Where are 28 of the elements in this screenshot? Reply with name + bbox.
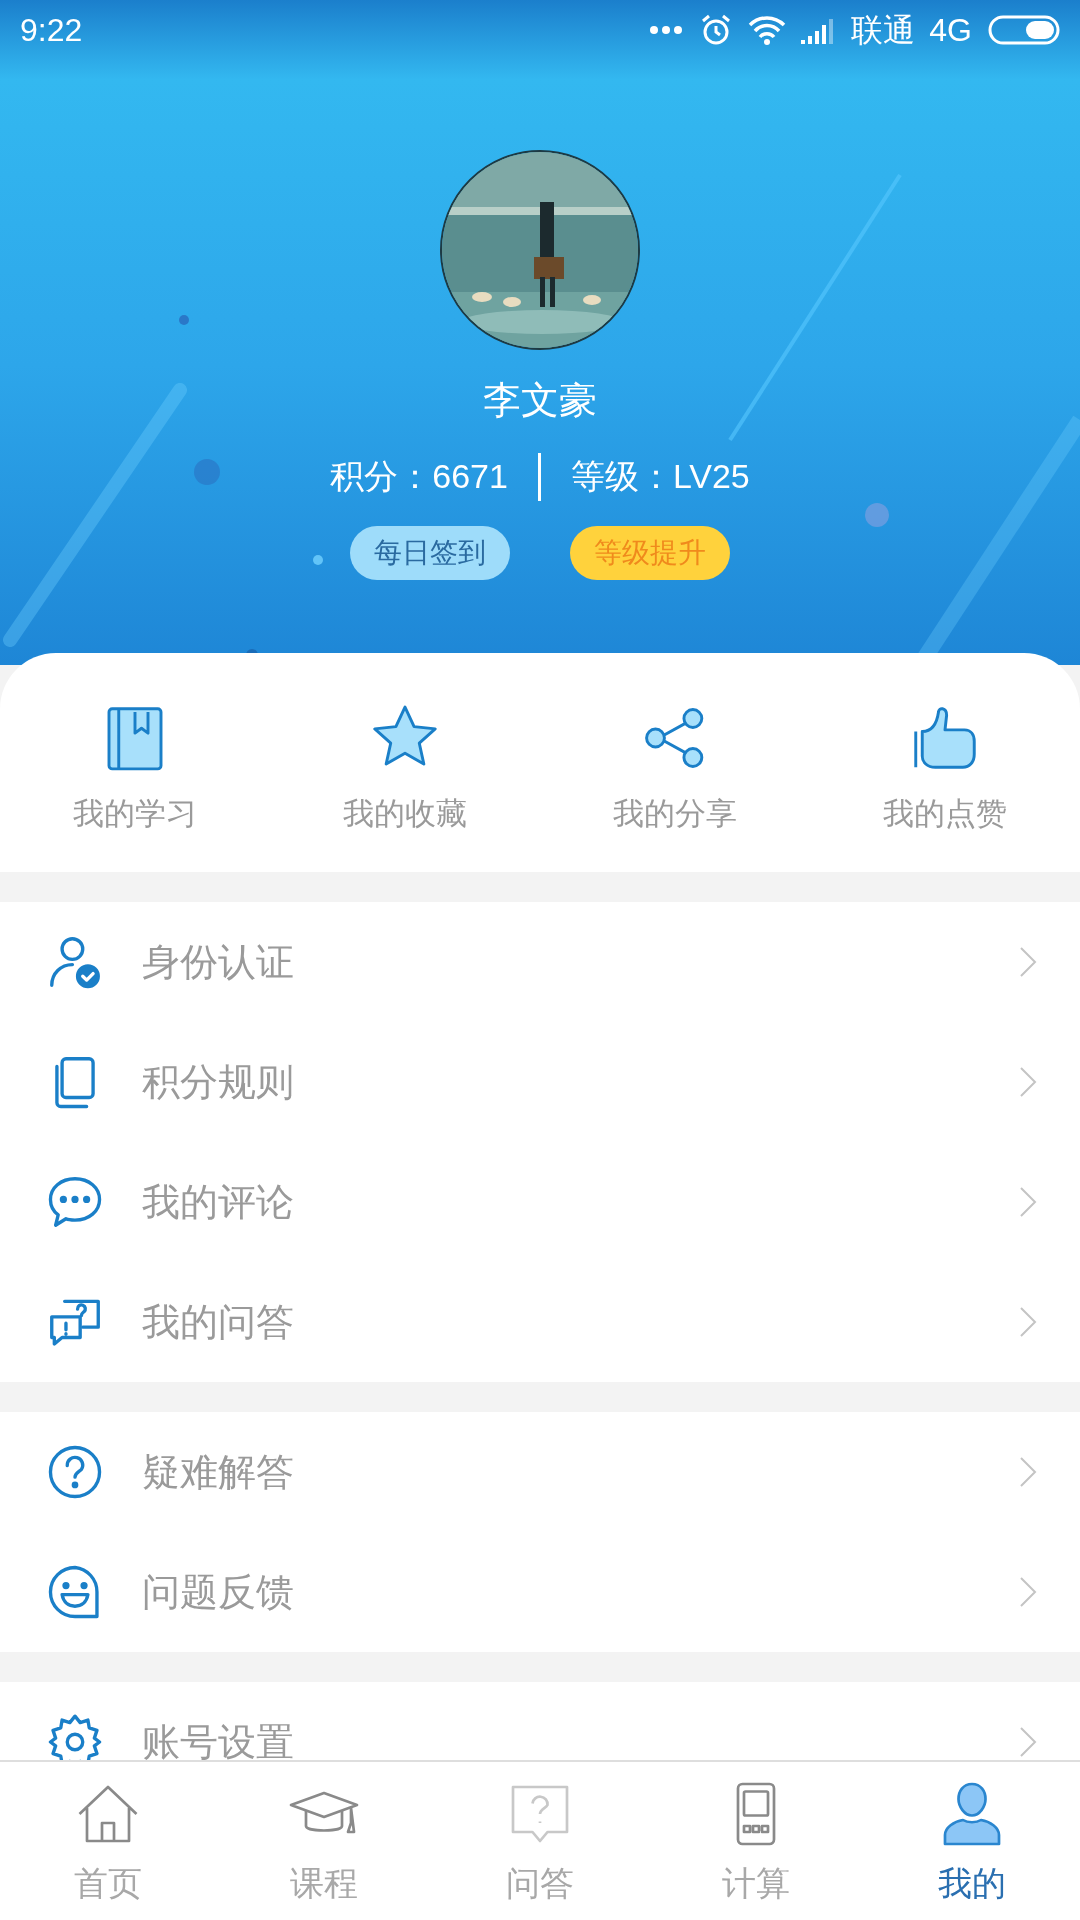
tab-item[interactable]: 我的: [864, 1762, 1080, 1920]
chevron-right-icon: [1018, 1455, 1038, 1489]
points-text: 积分：6671: [330, 456, 508, 497]
shortcut-item[interactable]: 我的分享: [540, 699, 810, 838]
level-text: 等级：LV25: [570, 456, 750, 497]
chevron-right-icon: [1018, 1185, 1038, 1219]
check-in-button[interactable]: 每日签到: [350, 526, 510, 580]
battery-icon: [988, 15, 1060, 45]
network-type: 4G: [929, 11, 972, 50]
wifi-icon: [747, 14, 788, 46]
tab-item[interactable]: 问答: [432, 1762, 648, 1920]
shortcut-item[interactable]: 我的收藏: [270, 699, 540, 838]
tab-item[interactable]: 首页: [0, 1762, 216, 1920]
level-up-button[interactable]: 等级提升: [570, 526, 730, 580]
tab-item[interactable]: 计算: [648, 1762, 864, 1920]
chevron-right-icon: [1018, 1065, 1038, 1099]
chevron-right-icon: [1018, 945, 1038, 979]
chevron-right-icon: [1018, 1575, 1038, 1609]
signal-icon: [799, 16, 836, 44]
chevron-right-icon: [1018, 1725, 1038, 1759]
shortcut-item[interactable]: 我的学习: [0, 699, 270, 838]
chevron-right-icon: [1018, 1305, 1038, 1339]
user-name: 李文豪: [483, 378, 597, 423]
carrier-name: 联通: [851, 11, 916, 50]
tab-item[interactable]: 课程: [216, 1762, 432, 1920]
more-dots-icon: [649, 25, 684, 35]
status-time: 9:22: [20, 11, 83, 50]
shortcut-item[interactable]: 我的点赞: [810, 699, 1080, 838]
